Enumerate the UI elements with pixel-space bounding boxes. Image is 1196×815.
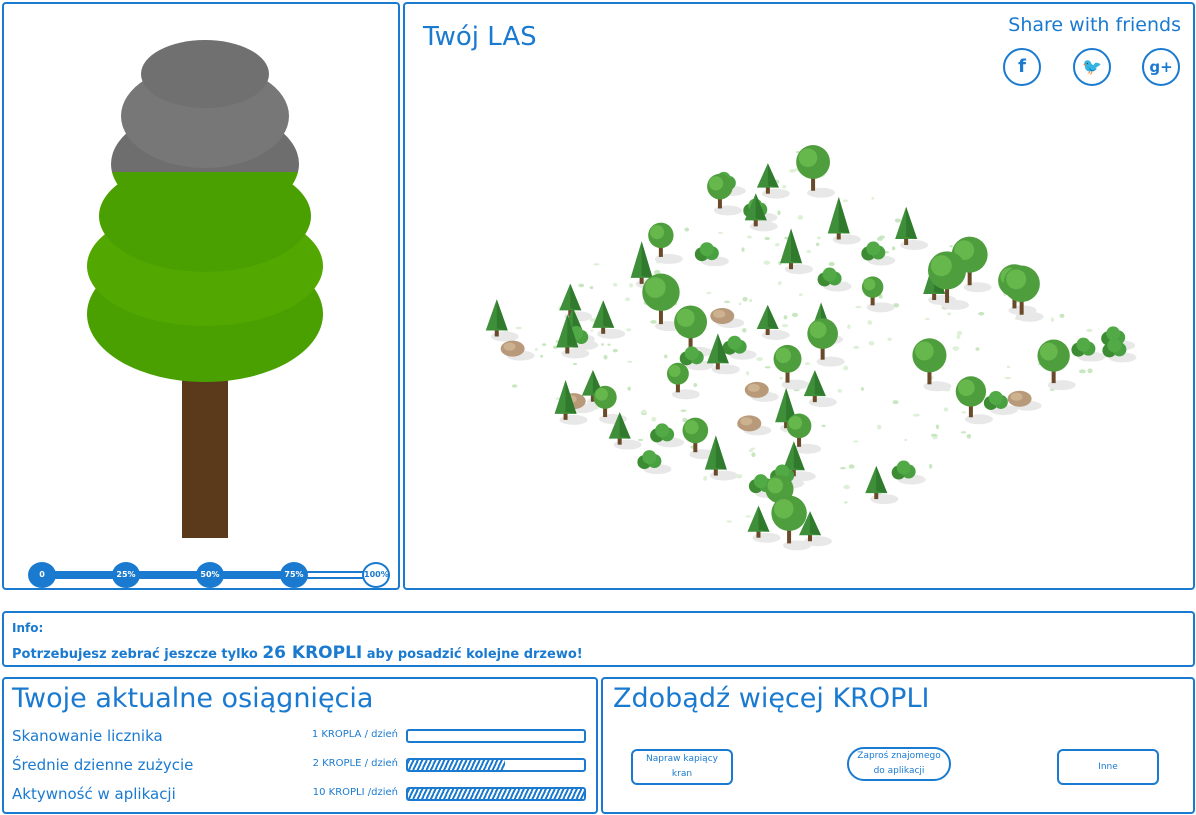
forest-title: Twój LAS — [423, 22, 537, 52]
info-panel: Info: Potrzebujesz zebrać jeszcze tylko … — [2, 611, 1195, 667]
facebook-icon: f — [1018, 56, 1026, 77]
invite-friend-button[interactable]: Zaproś znajomego do aplikacji — [847, 747, 951, 781]
achievement-progress-bar — [406, 758, 586, 772]
tree-illustration — [87, 40, 323, 538]
info-text-before: Potrzebujesz zebrać jeszcze tylko — [12, 647, 263, 662]
tree-panel: 0 25% 50% 75% 100% — [2, 2, 400, 590]
progress-marker-0: 0 — [28, 562, 56, 588]
achievements-title: Twoje aktualne osiągnięcia — [12, 683, 374, 714]
achievement-rate: 2 KROPLE / dzień — [312, 758, 398, 769]
info-amount: 26 KROPLI — [262, 643, 363, 663]
achievement-row: Średnie dzienne zużycie 2 KROPLE / dzień — [12, 756, 594, 776]
twitter-share-button[interactable]: 🐦 — [1073, 48, 1111, 86]
forest-map[interactable] — [405, 4, 1195, 590]
progress-marker-25: 25% — [112, 562, 140, 588]
tree-growth-progress: 0 25% 50% 75% 100% — [28, 560, 390, 590]
other-button[interactable]: Inne — [1057, 749, 1159, 785]
facebook-share-button[interactable]: f — [1003, 48, 1041, 86]
google-plus-share-button[interactable]: g+ — [1142, 48, 1180, 86]
achievement-progress-bar — [406, 787, 586, 801]
achievement-progress-fill — [408, 789, 584, 799]
achievement-progress-bar — [406, 729, 586, 743]
achievement-progress-fill — [408, 760, 505, 770]
achievement-rate: 1 KROPLA / dzień — [311, 729, 398, 740]
share-label: Share with friends — [1008, 14, 1181, 36]
google-plus-icon: g+ — [1149, 58, 1173, 76]
info-label: Info: — [12, 621, 44, 635]
achievement-name: Aktywność w aplikacji — [12, 785, 176, 803]
progress-fill — [44, 573, 292, 577]
achievement-rate: 10 KROPLI /dzień — [312, 787, 398, 798]
tree-trunk — [182, 374, 228, 538]
achievement-row: Aktywność w aplikacji 10 KROPLI /dzień — [12, 785, 594, 805]
info-text-after: aby posadzić kolejne drzewo! — [362, 647, 583, 662]
forest-panel: Twój LAS Share with friends f 🐦 g+ — [403, 2, 1195, 590]
achievement-name: Średnie dzienne zużycie — [12, 756, 194, 774]
achievement-row: Skanowanie licznika 1 KROPLA / dzień — [12, 727, 594, 747]
earn-more-title: Zdobądź więcej KROPLI — [613, 683, 930, 714]
fix-tap-button[interactable]: Napraw kapiący kran — [631, 749, 733, 785]
achievement-name: Skanowanie licznika — [12, 727, 163, 745]
progress-marker-50: 50% — [196, 562, 224, 588]
earn-more-panel: Zdobądź więcej KROPLI Napraw kapiący kra… — [601, 677, 1195, 814]
info-message: Potrzebujesz zebrać jeszcze tylko 26 KRO… — [12, 643, 1185, 663]
twitter-icon: 🐦 — [1082, 57, 1102, 76]
achievements-panel: Twoje aktualne osiągnięcia Skanowanie li… — [2, 677, 598, 814]
progress-marker-100: 100% — [362, 562, 390, 588]
progress-marker-75: 75% — [280, 562, 308, 588]
